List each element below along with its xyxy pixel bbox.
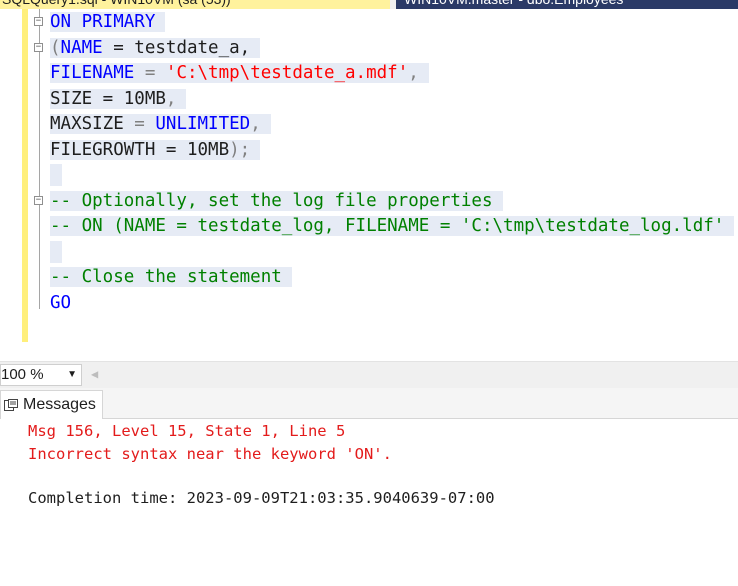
document-tab-strip: SQLQuery1.sql - WIN10VM (sa (53)) WIN10V… (0, 0, 738, 9)
code-punct: , (165, 89, 177, 109)
completion-time: Completion time: 2023-09-09T21:03:35.904… (28, 489, 495, 507)
code-text: SIZE = 10MB (50, 89, 166, 109)
collapse-icon[interactable]: − (34, 196, 43, 205)
code-punct: , (408, 63, 419, 83)
tab-sqlquery1[interactable]: SQLQuery1.sql - WIN10VM (sa (53)) (0, 0, 390, 9)
code-line-12: GO (50, 292, 71, 314)
code-paren: ( (50, 38, 61, 58)
code-line-10 (50, 241, 62, 263)
code-line-8: -- Optionally, set the log file properti… (50, 190, 503, 212)
messages-icon (4, 399, 18, 411)
code-comment: -- Close the statement (50, 267, 292, 287)
editor-status-bar: 100 % ▼ ◀ (0, 361, 738, 389)
messages-pane: Msg 156, Level 15, State 1, Line 5 Incor… (0, 419, 738, 586)
code-text: FILEGROWTH = 10MB (50, 140, 230, 160)
code-keyword: NAME (60, 38, 103, 58)
sql-editor[interactable]: − − − ON PRIMARY (NAME = testdate_a, FIL… (0, 9, 738, 361)
code-punct: , (250, 114, 261, 134)
code-text: = testdate_a, (102, 38, 251, 58)
code-line-1: ON PRIMARY (50, 11, 166, 33)
code-operator: = (123, 114, 156, 134)
code-keyword: FILENAME (50, 63, 135, 83)
code-line-2: (NAME = testdate_a, (50, 37, 261, 59)
error-message-text: Incorrect syntax near the keyword 'ON'. (28, 445, 392, 463)
scroll-left-icon[interactable]: ◀ (91, 367, 98, 381)
code-line-7 (50, 164, 62, 186)
code-line-11: -- Close the statement (50, 266, 292, 288)
outline-guide (39, 9, 40, 309)
code-keyword: UNLIMITED (155, 114, 251, 134)
code-comment: -- ON (NAME = testdate_log, FILENAME = '… (50, 216, 735, 236)
tab-messages[interactable]: Messages (0, 390, 103, 419)
code-line-3: FILENAME = 'C:\tmp\testdate_a.mdf', (50, 62, 429, 84)
code-operator: = (134, 63, 166, 83)
code-keyword: GO (50, 293, 72, 313)
collapse-icon[interactable]: − (34, 17, 43, 26)
code-comment: -- Optionally, set the log file properti… (50, 191, 503, 211)
code-line-9: -- ON (NAME = testdate_log, FILENAME = '… (50, 215, 735, 237)
change-tracking-bar (22, 9, 28, 342)
code-string: 'C:\tmp\testdate_a.mdf' (165, 63, 409, 83)
zoom-select[interactable]: 100 % ▼ (0, 364, 82, 386)
code-line-5: MAXSIZE = UNLIMITED, (50, 113, 271, 135)
zoom-value: 100 % (1, 366, 44, 383)
tab-employees[interactable]: WIN10VM.master - dbo.Employees (396, 0, 738, 9)
error-message-header: Msg 156, Level 15, State 1, Line 5 (28, 422, 346, 440)
tab-messages-label: Messages (23, 396, 96, 413)
code-line-6: FILEGROWTH = 10MB); (50, 139, 261, 161)
code-keyword: ON PRIMARY (50, 12, 166, 32)
code-punct: ); (229, 140, 251, 160)
collapse-icon[interactable]: − (34, 43, 43, 52)
code-line-4: SIZE = 10MB, (50, 88, 187, 110)
results-tab-bar: Messages (0, 388, 738, 419)
code-text: MAXSIZE (50, 114, 124, 134)
chevron-down-icon[interactable]: ▼ (67, 365, 77, 385)
